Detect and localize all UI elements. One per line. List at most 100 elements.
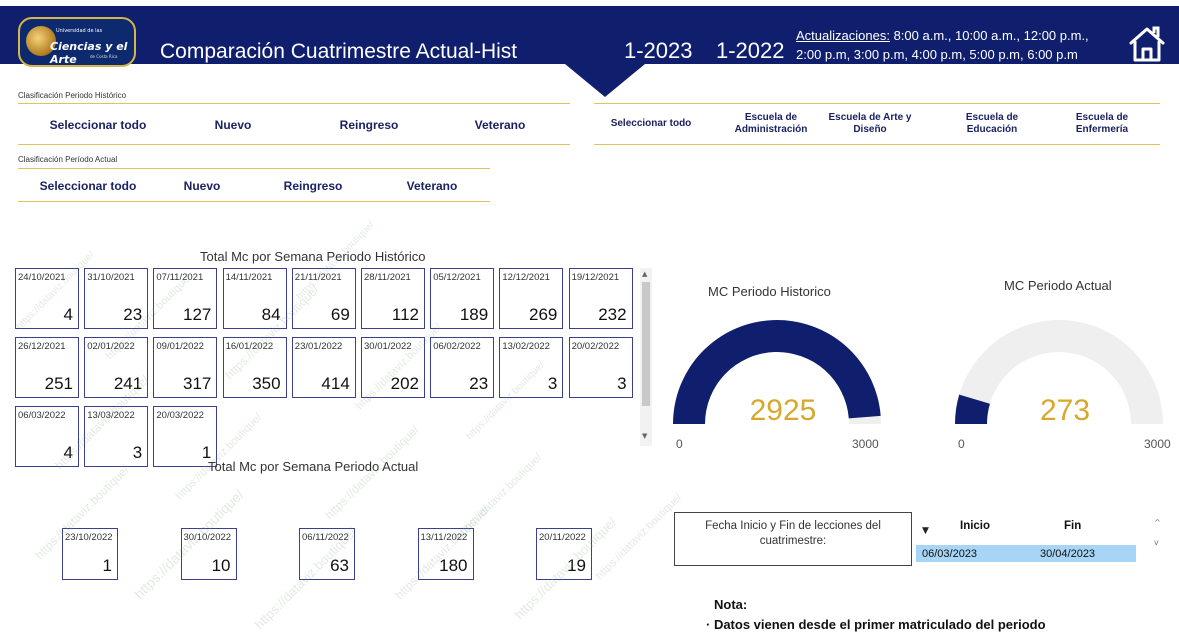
actual-week-card-date: 23/10/2022 [65, 532, 113, 543]
university-logo: Universidad de las Ciencias y el Arte de… [18, 17, 136, 67]
header-bar: Universidad de las Ciencias y el Arte de… [0, 0, 1179, 97]
dates-label: Fecha Inicio y Fin de lecciones del cuat… [705, 520, 881, 547]
hist-week-card: 24/10/2021 4 [15, 268, 79, 329]
slicer-escuela-top-line [594, 103, 1160, 104]
actual-week-card: 13/11/2022 180 [417, 528, 474, 580]
hist-week-card-date: 12/12/2021 [502, 272, 550, 283]
slicer-escuela-arte-diseno[interactable]: Escuela de Arte y Diseño [812, 112, 928, 136]
updates-line1: 8:00 a.m., 10:00 a.m., 12:00 p.m., [889, 28, 1089, 43]
slicer-hist-label: Clasificación Periodo Histórico [18, 91, 127, 100]
hist-week-card-value: 350 [252, 374, 281, 393]
hist-week-card: 12/12/2021 269 [499, 268, 564, 329]
hist-week-card-date: 13/03/2022 [87, 410, 135, 421]
hist-week-card-value: 189 [459, 305, 489, 324]
slicer-escuela-bottom-line [594, 144, 1160, 145]
hist-week-card-value: 4 [63, 443, 73, 462]
hist-week-card: 07/11/2021 127 [153, 268, 218, 329]
hist-week-card-date: 20/03/2022 [156, 410, 204, 421]
actual-week-card: 06/11/2022 63 [299, 528, 355, 580]
dates-label-box: Fecha Inicio y Fin de lecciones del cuat… [674, 512, 912, 566]
gauge-actual-title: MC Periodo Actual [1004, 278, 1112, 293]
slicer-actual-reingreso[interactable]: Reingreso [268, 179, 358, 193]
logo-tiny-text: de Costa Rica [90, 54, 118, 59]
slicer-escuela-enfermeria[interactable]: Escuela de Enfermería [1060, 112, 1144, 136]
col-inicio-header[interactable]: Inicio [960, 520, 990, 532]
hist-week-card: 09/01/2022 317 [153, 337, 218, 398]
hist-week-card-date: 07/11/2021 [156, 272, 204, 283]
hist-week-card-date: 31/10/2021 [87, 272, 135, 283]
sort-down-icon[interactable]: ▼ [922, 526, 929, 536]
slicer-hist-nuevo[interactable]: Nuevo [178, 118, 288, 132]
slicer-actual-select-all[interactable]: Seleccionar todo [24, 179, 152, 193]
gauge-hist-min: 0 [676, 437, 683, 451]
hist-week-card: 19/12/2021 232 [568, 268, 633, 329]
page-title: Comparación Cuatrimestre Actual-Hist [160, 40, 518, 63]
hist-week-card-value: 232 [598, 305, 627, 324]
actual-week-card: 30/10/2022 10 [180, 528, 237, 580]
slicer-actual-top-line [18, 168, 490, 169]
gauge-hist-value: 2925 [749, 394, 817, 427]
hist-week-card-value: 241 [113, 374, 143, 393]
hist-week-card: 05/12/2021 189 [430, 268, 495, 329]
col-fin-header[interactable]: Fin [1064, 520, 1081, 532]
chevron-down-icon[interactable]: v [1154, 538, 1159, 547]
hist-week-card-date: 19/12/2021 [571, 272, 620, 283]
gauge-actual-max: 3000 [1144, 437, 1171, 451]
scroll-down-icon[interactable]: ▼ [642, 432, 647, 440]
actual-week-card-value: 1 [102, 556, 112, 575]
hist-weeks-title: Total Mc por Semana Periodo Histórico [200, 249, 426, 264]
gauge-actual-min: 0 [958, 437, 965, 451]
scroll-up-icon[interactable]: ▲ [642, 270, 647, 278]
updates-label: Actualizaciones: [796, 28, 890, 43]
hist-week-card: 16/01/2022 350 [222, 337, 287, 398]
chevron-up-icon[interactable]: ^ [1154, 518, 1161, 527]
hist-week-card-date: 28/11/2021 [364, 272, 411, 283]
hist-week-card-value: 127 [183, 305, 212, 324]
slicer-actual-nuevo[interactable]: Nuevo [164, 179, 240, 193]
slicer-actual-bottom-line [18, 201, 490, 202]
slicer-hist-reingreso[interactable]: Reingreso [304, 118, 434, 132]
slicer-escuela-educacion[interactable]: Escuela de Educación [950, 112, 1034, 136]
slicer-actual-veterano[interactable]: Veterano [384, 179, 480, 193]
slicer-escuela-administracion[interactable]: Escuela de Administración [716, 112, 826, 136]
slicer-hist-veterano[interactable]: Veterano [440, 118, 560, 132]
actual-week-card-date: 30/10/2022 [183, 532, 232, 543]
hist-week-card-value: 3 [617, 374, 627, 393]
hist-week-card-date: 20/02/2022 [571, 341, 620, 352]
actual-week-card: 20/11/2022 19 [536, 528, 592, 580]
hist-weeks-scrollbar[interactable]: ▲ ▼ [640, 268, 652, 446]
hist-week-card: 20/03/2022 1 [153, 406, 218, 467]
hist-week-card-value: 269 [529, 305, 558, 324]
hist-week-card-value: 317 [183, 374, 212, 393]
hist-week-card: 31/10/2021 23 [84, 268, 149, 329]
home-icon[interactable] [1125, 22, 1169, 66]
hist-week-card-value: 3 [547, 374, 558, 393]
slicer-hist-select-all[interactable]: Seleccionar todo [28, 118, 168, 132]
period-actual: 1-2023 [624, 38, 693, 63]
dates-table: ▼ Inicio Fin 06/03/2023 30/04/2023 ^ v [914, 512, 1169, 566]
slicer-hist-bottom-line [18, 144, 570, 145]
actual-week-card-date: 13/11/2022 [420, 532, 468, 543]
hist-week-card-value: 84 [261, 305, 281, 324]
updates-line2: 2:00 p.m, 3:00 p.m, 4:00 p.m, 5:00 p.m, … [796, 47, 1078, 62]
hist-week-card-value: 69 [330, 305, 350, 324]
hist-week-card-date: 02/01/2022 [87, 341, 135, 352]
hist-week-card: 02/01/2022 241 [84, 337, 149, 398]
hist-week-card-date: 23/01/2022 [294, 341, 343, 352]
hist-week-card-value: 251 [44, 374, 73, 393]
actual-week-card-value: 63 [330, 556, 349, 575]
actual-weeks-title: Total Mc por Semana Periodo Actual [208, 459, 419, 474]
gauge-hist-max: 3000 [852, 437, 879, 451]
hist-week-card-date: 13/02/2022 [502, 341, 550, 352]
date-fin: 30/04/2023 [1040, 548, 1096, 560]
hist-week-card-value: 112 [391, 305, 419, 324]
hist-week-card: 26/12/2021 251 [15, 337, 79, 398]
slicer-escuela-select-all[interactable]: Seleccionar todo [598, 118, 704, 130]
hist-week-card-value: 202 [390, 374, 419, 393]
actual-week-card-value: 19 [567, 556, 586, 575]
actual-week-card-date: 20/11/2022 [539, 532, 586, 543]
actual-week-card-value: 180 [439, 556, 468, 575]
scroll-thumb[interactable] [642, 282, 650, 406]
watermark-text: https://dataviz.boutique/ [594, 491, 685, 582]
hist-week-card: 23/01/2022 414 [291, 337, 356, 398]
